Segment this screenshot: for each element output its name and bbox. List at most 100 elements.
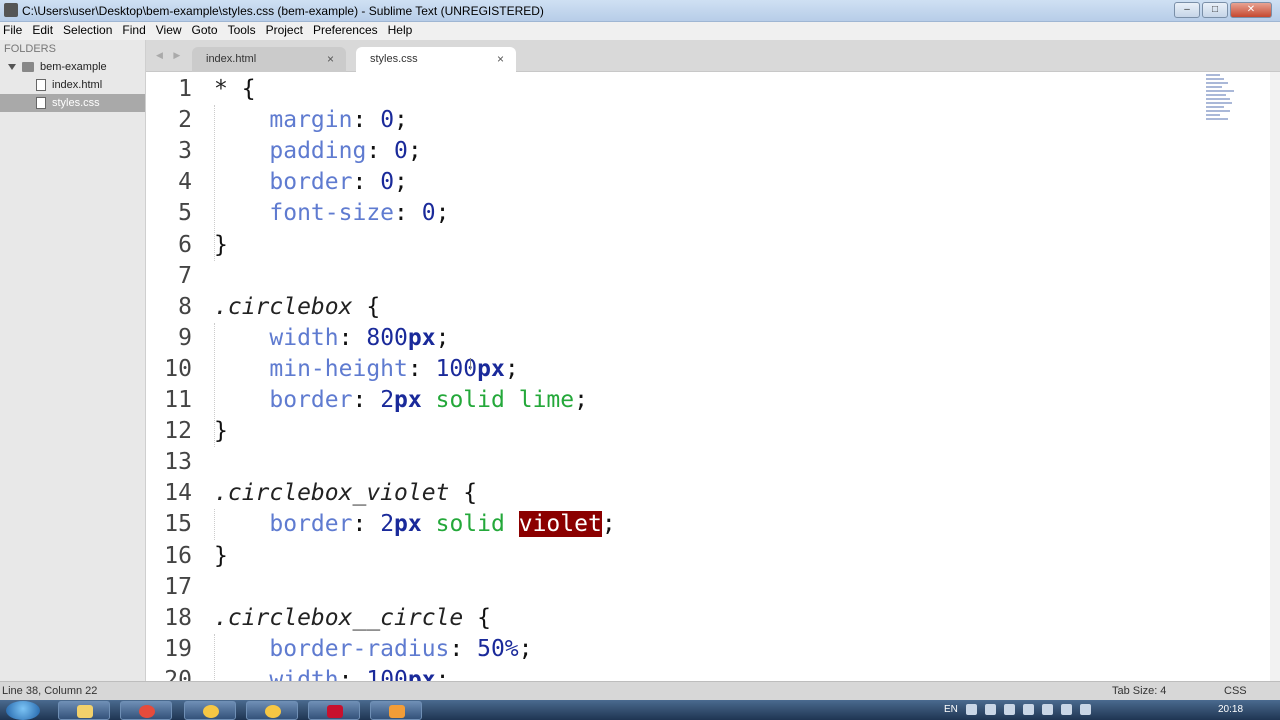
menu-item-help[interactable]: Help	[385, 22, 420, 40]
indent-guide	[214, 322, 215, 448]
folder-bem-example[interactable]: bem-example	[0, 58, 145, 76]
menu-item-edit[interactable]: Edit	[29, 22, 60, 40]
code-token-num: 0	[380, 107, 395, 134]
line-number: 16	[164, 542, 192, 569]
close-tab-icon[interactable]: ×	[327, 52, 334, 66]
sidebar-item-styles-css[interactable]: styles.css	[0, 94, 145, 112]
code-text: .circlebox {	[214, 292, 380, 323]
taskbar-acrobat[interactable]	[308, 701, 360, 720]
code-line[interactable]: 3 padding: 0;	[146, 136, 1196, 167]
code-text: border: 2px solid lime;	[214, 385, 588, 416]
code-token-kw: solid	[435, 511, 505, 538]
code-line[interactable]: 17	[146, 572, 1196, 603]
minimize-button[interactable]: –	[1174, 2, 1200, 18]
menu-item-tools[interactable]: Tools	[225, 22, 263, 40]
code-editor[interactable]: 1 * {2 margin: 0; 3 padding: 0; 4 border: 0…	[146, 72, 1280, 681]
file-icon	[36, 97, 46, 109]
folders-header: FOLDERS	[4, 43, 56, 55]
start-button[interactable]	[6, 701, 40, 720]
minimap[interactable]	[1206, 72, 1242, 156]
code-line[interactable]: 2 margin: 0;	[146, 105, 1196, 136]
close-tab-icon[interactable]: ×	[497, 52, 504, 66]
menu-item-selection[interactable]: Selection	[60, 22, 119, 40]
code-token-prop: min-height	[269, 355, 408, 382]
tab-index-html[interactable]: index.html ×	[192, 47, 346, 72]
code-line[interactable]: 15 border: 2px solid violet;	[146, 509, 1196, 540]
code-token-punct: }	[214, 418, 228, 445]
code-line[interactable]: 16}	[146, 541, 1196, 572]
code-line[interactable]: 20 width: 100px;	[146, 665, 1196, 681]
tab-styles-css[interactable]: styles.css ×	[356, 47, 516, 72]
code-line[interactable]: 12}	[146, 416, 1196, 447]
window-controls: – □ ✕	[1174, 2, 1272, 18]
vertical-scrollbar[interactable]	[1270, 72, 1280, 681]
clock[interactable]: 20:18	[1218, 704, 1243, 715]
menu-item-find[interactable]: Find	[119, 22, 152, 40]
taskbar-chrome[interactable]	[120, 701, 172, 720]
menu-item-project[interactable]: Project	[263, 22, 310, 40]
tab-nav-arrows-icon[interactable]: ◀ ▶	[156, 50, 184, 61]
tray-icon[interactable]	[965, 704, 977, 715]
code-line[interactable]: 18 .circlebox__circle {	[146, 603, 1196, 634]
code-line[interactable]: 19 border-radius: 50%;	[146, 634, 1196, 665]
code-token-punct: ;	[435, 324, 450, 351]
code-line[interactable]: 5 font-size: 0;	[146, 198, 1196, 229]
maximize-button[interactable]: □	[1202, 2, 1228, 18]
code-token-punct	[422, 387, 436, 413]
network-icon[interactable]	[1060, 704, 1072, 715]
code-line[interactable]: 13	[146, 447, 1196, 478]
line-number: 7	[178, 262, 192, 289]
taskbar-explorer[interactable]	[58, 701, 110, 720]
code-line[interactable]: 9 width: 800px;	[146, 323, 1196, 354]
menu-item-view[interactable]: View	[153, 22, 189, 40]
tray-icon[interactable]	[1003, 704, 1015, 715]
volume-icon[interactable]	[1079, 704, 1091, 715]
system-tray: EN	[944, 704, 1091, 715]
syntax-indicator[interactable]: CSS	[1224, 685, 1247, 697]
code-line[interactable]: 11 border: 2px solid lime;	[146, 385, 1196, 416]
line-number: 18	[164, 604, 192, 631]
language-indicator[interactable]: EN	[944, 704, 958, 715]
menu-item-preferences[interactable]: Preferences	[310, 22, 385, 40]
code-token-punct: {	[241, 76, 256, 102]
taskbar-app-1[interactable]	[184, 701, 236, 720]
code-token-punct: ;	[394, 169, 408, 196]
code-token-punct: :	[352, 107, 381, 134]
code-line[interactable]: 8 .circlebox {	[146, 292, 1196, 323]
indent-guide	[214, 105, 215, 261]
code-text: min-height: 100px;	[214, 354, 518, 385]
code-line[interactable]: 7	[146, 261, 1196, 292]
taskbar-app-2[interactable]	[246, 701, 298, 720]
code-token-punct: }	[214, 231, 228, 258]
taskbar-sublime[interactable]	[370, 701, 422, 720]
code-token-unit: px	[394, 511, 422, 538]
line-number: 12	[164, 418, 192, 445]
tab-label: styles.css	[370, 53, 418, 65]
code-token-punct: :	[352, 169, 381, 196]
menu-item-goto[interactable]: Goto	[189, 22, 225, 40]
tab-bar: ◀ ▶ index.html × styles.css ×	[146, 40, 1280, 72]
code-line[interactable]: 4 border: 0;	[146, 167, 1196, 198]
code-text: }	[214, 416, 228, 447]
code-line[interactable]: 6}	[146, 230, 1196, 261]
code-token-sel: *	[214, 76, 242, 102]
tray-icon[interactable]	[1022, 704, 1034, 715]
code-line[interactable]: 14 .circlebox_violet {	[146, 478, 1196, 509]
close-window-button[interactable]: ✕	[1230, 2, 1272, 18]
indent-guide	[214, 509, 215, 541]
title-bar: C:\Users\user\Desktop\bem-example\styles…	[0, 0, 1280, 22]
sidebar-item-index-html[interactable]: index.html	[0, 76, 145, 94]
code-text: border-radius: 50%;	[214, 634, 532, 665]
folder-icon	[77, 705, 93, 718]
code-token-kw: lime	[518, 387, 575, 413]
code-token-punct: ;	[394, 107, 408, 134]
code-line[interactable]: 1 * {	[146, 74, 1196, 105]
menu-item-file[interactable]: File	[0, 22, 29, 40]
line-number: 11	[164, 387, 192, 413]
code-line[interactable]: 10 min-height: 100px;	[146, 354, 1196, 385]
code-token-punct: :	[338, 324, 367, 351]
line-number: 9	[178, 324, 192, 351]
expand-triangle-icon[interactable]	[8, 64, 16, 70]
tray-icon[interactable]	[984, 704, 996, 715]
tray-icon[interactable]	[1041, 704, 1053, 715]
